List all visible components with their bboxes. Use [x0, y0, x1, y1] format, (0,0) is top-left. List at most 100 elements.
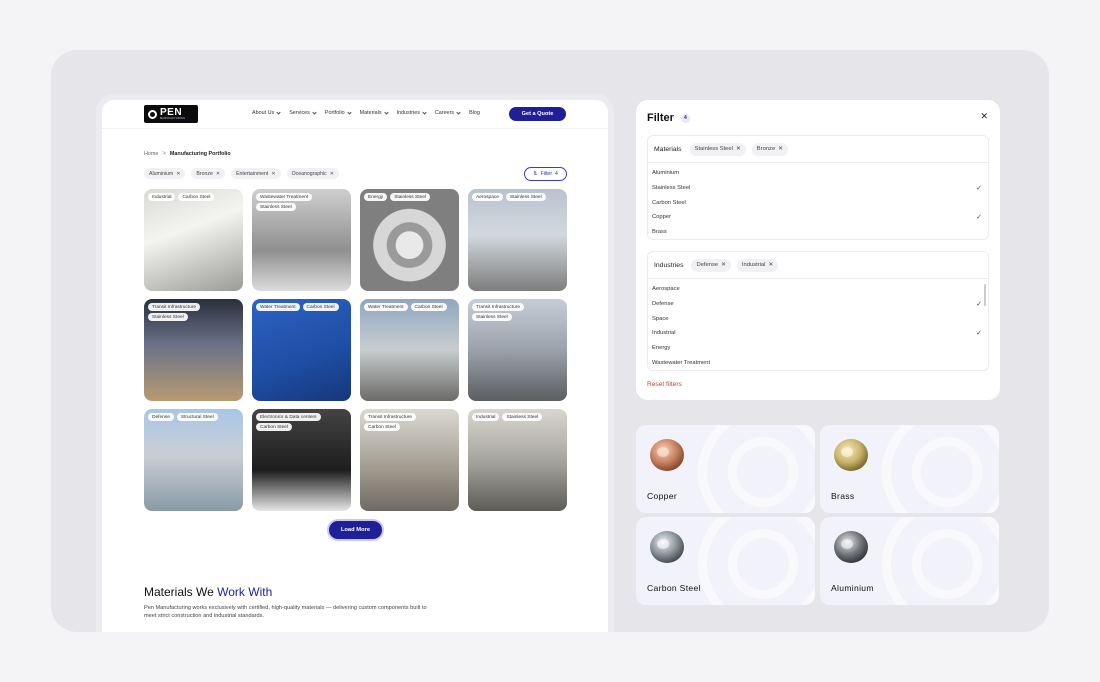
breadcrumb-current: Manufacturing Portfolio	[169, 151, 231, 157]
selected-chip-industrial[interactable]: Industrial ✕	[736, 258, 779, 272]
portfolio-card[interactable]: Defense Structural Steel	[144, 409, 243, 511]
sort-icon: ⇅	[533, 171, 538, 177]
remove-chip-icon[interactable]: ✕	[176, 171, 180, 177]
chevron-down-icon	[422, 109, 427, 115]
filter-panel: Filter 4 ✕ Materials Stainless Steel ✕ Br…	[636, 100, 1000, 400]
chevron-down-icon	[456, 109, 461, 115]
portfolio-card[interactable]: Transit Infrastructure Stainless Steel	[468, 299, 567, 401]
reset-filters-link[interactable]: Reset filters	[647, 381, 682, 388]
materials-filter-header[interactable]: Materials Stainless Steel ✕ Bronze ✕	[648, 136, 988, 163]
portfolio-card[interactable]: Electronics & Data centers Carbon Steel	[252, 409, 351, 511]
industry-tag: Transit Infrastructure	[148, 303, 201, 311]
remove-chip-icon[interactable]: ✕	[778, 146, 783, 152]
industry-tag: Water Treatment	[256, 303, 300, 311]
portfolio-card[interactable]: Aerospace Stainless Steel	[468, 189, 567, 291]
material-tile-brass[interactable]: Brass	[820, 425, 999, 513]
portfolio-card[interactable]: Water Treatment Carbon Steel	[252, 299, 351, 401]
filter-chip-aluminium[interactable]: Aluminium ✕	[144, 168, 186, 179]
remove-chip-icon[interactable]: ✕	[271, 171, 275, 177]
option-carbon-steel[interactable]: Carbon Steel	[648, 195, 988, 210]
option-defense[interactable]: Defense ✓	[648, 297, 988, 312]
selected-chip-stainless-steel[interactable]: Stainless Steel ✕	[689, 142, 746, 156]
portfolio-card[interactable]: Energy Stainless Steel	[360, 189, 459, 291]
option-space[interactable]: Space	[648, 311, 988, 326]
get-a-quote-button[interactable]: Get a Quote	[509, 107, 566, 121]
menu-item-portfolio[interactable]: Portfolio	[325, 109, 352, 116]
remove-chip-icon[interactable]: ✕	[330, 171, 334, 177]
material-tag: Stainless Steel	[390, 193, 430, 201]
load-more-button[interactable]: Load More	[329, 521, 382, 539]
site-logo[interactable]: PEN MANUFACTURING	[144, 105, 198, 123]
chevron-down-icon	[276, 109, 281, 115]
option-aerospace[interactable]: Aerospace	[648, 282, 988, 297]
portfolio-card[interactable]: Transit Infrastructure Carbon Steel	[360, 409, 459, 511]
decorative-ring	[728, 529, 798, 599]
copper-coil-icon	[650, 439, 684, 471]
navbar: PEN MANUFACTURING About Us Services Port…	[102, 100, 608, 129]
menu-label: Services	[289, 110, 310, 116]
logo-sub-text: MANUFACTURING	[160, 116, 186, 120]
menu-item-materials[interactable]: Materials	[360, 109, 389, 116]
filter-button[interactable]: ⇅ Filter 4	[524, 167, 567, 181]
industry-tag: Energy	[364, 193, 388, 201]
material-tag: Carbon Steel	[302, 303, 339, 311]
remove-chip-icon[interactable]: ✕	[736, 146, 741, 152]
option-copper[interactable]: Copper ✓	[648, 210, 988, 225]
option-brass[interactable]: Brass	[648, 225, 988, 240]
menu-item-industries[interactable]: Industries	[397, 109, 427, 116]
option-energy[interactable]: Energy	[648, 341, 988, 356]
logo-text: PEN MANUFACTURING	[160, 107, 186, 121]
selected-chip-bronze[interactable]: Bronze ✕	[751, 142, 789, 156]
options-scrollbar[interactable]	[984, 284, 986, 306]
portfolio-card[interactable]: Industrial Carbon Steel	[144, 189, 243, 291]
portfolio-card[interactable]: Wastewater Treatment Stainless Steel	[252, 189, 351, 291]
portfolio-card[interactable]: Water Treatment Carbon Steel	[360, 299, 459, 401]
chip-label: Industrial	[741, 262, 766, 268]
menu-item-careers[interactable]: Careers	[434, 109, 461, 116]
carbon-steel-coil-icon	[650, 531, 684, 563]
material-tag: Stainless Steel	[502, 413, 543, 421]
project-photo	[360, 299, 459, 401]
material-tile-carbon-steel[interactable]: Carbon Steel	[636, 517, 815, 605]
remove-chip-icon[interactable]: ✕	[216, 171, 220, 177]
industry-tag: Wastewater Treatment	[256, 193, 313, 201]
option-wastewater-treatment[interactable]: Wastewater Treatment	[648, 355, 988, 370]
filter-chip-oceanographic[interactable]: Oceanographic ✕	[286, 168, 339, 179]
breadcrumb-separator-icon: >	[162, 151, 166, 157]
industries-filter-header[interactable]: Industries Defense ✕ Industrial ✕	[648, 252, 988, 279]
remove-chip-icon[interactable]: ✕	[721, 262, 726, 268]
menu-item-about-us[interactable]: About Us	[252, 109, 281, 116]
decorative-ring	[912, 437, 982, 507]
menu-label: Careers	[434, 110, 455, 116]
option-stainless-steel[interactable]: Stainless Steel ✓	[648, 181, 988, 196]
filter-button-label: Filter	[540, 171, 553, 177]
filter-chip-entertainment[interactable]: Entertainment ✕	[231, 168, 281, 179]
portfolio-card[interactable]: Industrial Stainless Steel	[468, 409, 567, 511]
material-tile-copper[interactable]: Copper	[636, 425, 815, 513]
option-aluminium[interactable]: Aluminium	[648, 166, 988, 181]
filter-count-badge: 4	[680, 113, 690, 123]
project-photo	[144, 409, 243, 511]
chip-label: Aluminium	[149, 170, 174, 177]
breadcrumb-home[interactable]: Home	[144, 151, 158, 157]
selected-chip-defense[interactable]: Defense ✕	[691, 258, 731, 272]
filter-chip-bronze[interactable]: Bronze ✕	[191, 168, 226, 179]
material-tag: Stainless Steel	[505, 193, 546, 201]
portfolio-grid: Industrial Carbon Steel Wastewater Treatm…	[144, 189, 567, 511]
option-label: Carbon Steel	[652, 199, 686, 206]
remove-chip-icon[interactable]: ✕	[768, 262, 773, 268]
check-icon: ✓	[976, 185, 982, 193]
menu-item-services[interactable]: Services	[289, 109, 317, 116]
chip-label: Oceanographic	[291, 170, 327, 177]
option-industrial[interactable]: Industrial ✓	[648, 326, 988, 341]
material-tag: Structural Steel	[176, 413, 218, 421]
portfolio-card[interactable]: Transit Infrastructure Stainless Steel	[144, 299, 243, 401]
chevron-down-icon	[312, 109, 317, 115]
close-icon[interactable]: ✕	[980, 111, 988, 122]
menu-item-blog[interactable]: Blog	[469, 110, 480, 116]
option-label: Stainless Steel	[652, 185, 691, 192]
option-label: Aerospace	[652, 286, 680, 293]
material-tile-aluminium[interactable]: Aluminium	[820, 517, 999, 605]
material-tag: Carbon Steel	[256, 423, 292, 431]
check-icon: ✓	[976, 330, 982, 338]
